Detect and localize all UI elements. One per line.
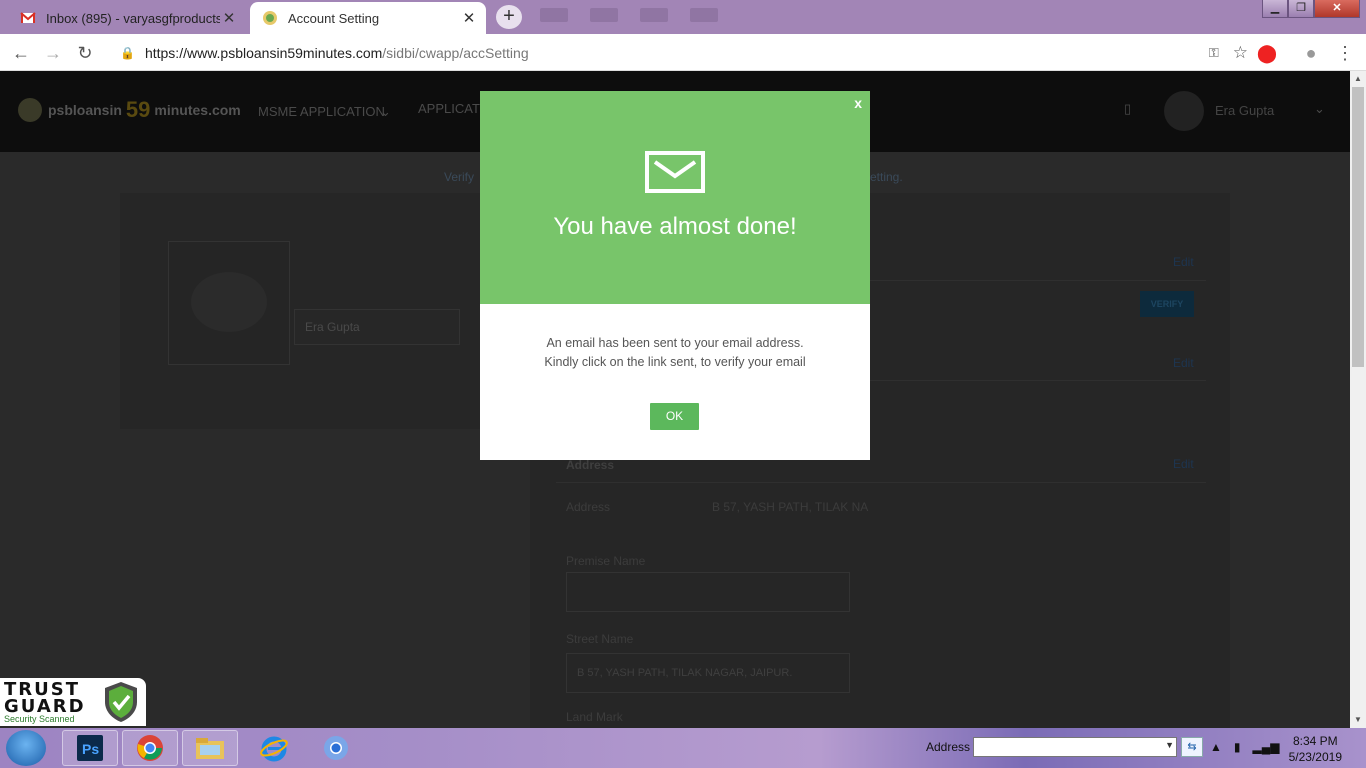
menu-dots-icon[interactable]: ⋮: [1334, 42, 1356, 64]
taskbar-go-button[interactable]: ⇆: [1181, 737, 1203, 757]
street-name-field[interactable]: B 57, YASH PATH, TILAK NAGAR, JAIPUR.: [566, 653, 850, 693]
forward-arrow-icon[interactable]: →: [42, 42, 64, 64]
address-section-title: Address: [566, 458, 615, 472]
file-explorer-taskbar-icon[interactable]: [182, 730, 238, 766]
edit-address-link[interactable]: Edit: [1173, 457, 1194, 471]
maximize-button[interactable]: ❐: [1288, 0, 1314, 18]
tab-close-icon[interactable]: ✕: [220, 9, 238, 27]
url-host: https://www.psbloansin59minutes.com: [144, 44, 383, 61]
profile-avatar-icon[interactable]: ●: [1300, 42, 1322, 64]
profile-photo[interactable]: [168, 241, 290, 365]
bookmark-star-icon[interactable]: ☆: [1233, 43, 1248, 63]
modal-message-line: An email has been sent to your email add…: [546, 336, 804, 350]
signal-icon[interactable]: ▂▄▆: [1253, 740, 1280, 754]
chrome-canary-taskbar-icon[interactable]: [308, 730, 364, 766]
landmark-label: Land Mark: [566, 710, 623, 724]
faint-background-toolbar: [540, 8, 718, 24]
taskbar-address-label: Address: [926, 740, 971, 754]
premise-label: Premise Name: [566, 554, 646, 568]
avatar[interactable]: [1164, 91, 1204, 131]
back-arrow-icon[interactable]: ←: [10, 42, 32, 64]
avatar-placeholder: [191, 272, 267, 332]
browser-tabstrip: Inbox (895) - varyasgfproducts@ ✕ Accoun…: [0, 0, 1366, 34]
nav-msme-application[interactable]: MSME APPLICATION: [258, 104, 385, 119]
gmail-icon: [20, 10, 36, 26]
envelope-icon: [645, 151, 705, 193]
window-controls: ▁ ❐ ✕: [1262, 0, 1360, 18]
trust-guard-logo-text: TRUST GUARD: [4, 681, 86, 717]
clock-date: 5/23/2019: [1288, 750, 1342, 764]
profile-name-field: Era Gupta: [294, 309, 460, 345]
tab-close-icon[interactable]: ✕: [460, 9, 478, 27]
internet-explorer-taskbar-icon[interactable]: [246, 730, 302, 766]
shield-check-icon: [105, 682, 137, 722]
address-label: Address: [566, 500, 611, 514]
modal-close-button[interactable]: x: [854, 95, 862, 111]
chevron-down-icon[interactable]: ▼: [1165, 740, 1174, 750]
chevron-down-icon[interactable]: ⌄: [1314, 101, 1325, 117]
network-icon[interactable]: ▮: [1234, 740, 1241, 754]
tab-account-setting[interactable]: Account Setting ✕: [250, 2, 486, 34]
site-favicon-icon: [262, 10, 278, 26]
verify-banner-left: Verify: [444, 170, 475, 184]
windows-taskbar: Ps Address ▼ ⇆ ▲ ▮ ▂▄▆ 8:34 PM 5/23/2019: [0, 728, 1366, 768]
trust-guard-line2: GUARD: [4, 696, 86, 717]
page-scrollbar[interactable]: ▲ ▼: [1350, 71, 1366, 728]
key-icon[interactable]: ⚿: [1209, 45, 1219, 61]
tab-title: Account Setting: [288, 10, 380, 26]
tab-inbox[interactable]: Inbox (895) - varyasgfproducts@ ✕: [8, 2, 246, 34]
svg-text:Ps: Ps: [82, 741, 99, 757]
chrome-taskbar-icon[interactable]: [122, 730, 178, 766]
scroll-up-icon[interactable]: ▲: [1350, 71, 1366, 87]
logo-suffix: minutes.com: [154, 102, 241, 118]
system-tray: ▲ ▮ ▂▄▆: [1210, 740, 1279, 754]
logo-number: 59: [125, 97, 151, 122]
minimize-button[interactable]: ▁: [1262, 0, 1288, 18]
chevron-down-icon: ⌄: [380, 104, 391, 119]
user-name[interactable]: Era Gupta: [1215, 103, 1274, 118]
site-logo[interactable]: psbloansin 59 minutes.com: [18, 97, 241, 123]
reload-icon[interactable]: ↻: [74, 42, 96, 64]
taskbar-address-input[interactable]: ▼: [973, 737, 1177, 757]
modal-message: An email has been sent to your email add…: [480, 334, 870, 372]
tray-expand-icon[interactable]: ▲: [1210, 740, 1222, 754]
window-close-button[interactable]: ✕: [1314, 0, 1360, 18]
new-tab-button[interactable]: +: [496, 5, 522, 29]
edit-mobile-link[interactable]: Edit: [1173, 356, 1194, 370]
trust-guard-badge[interactable]: TRUST GUARD Security Scanned: [0, 678, 146, 726]
logo-badge-icon: [18, 98, 42, 122]
premise-name-field[interactable]: [566, 572, 850, 612]
logo-prefix: psbloansin: [48, 102, 122, 118]
edit-email-link[interactable]: Edit: [1173, 255, 1194, 269]
windows-start-button[interactable]: [6, 730, 46, 766]
ok-button[interactable]: OK: [650, 403, 699, 430]
lock-icon: 🔒: [120, 45, 135, 60]
photoshop-taskbar-icon[interactable]: Ps: [62, 730, 118, 766]
notification-icon[interactable]: ▯: [1124, 101, 1131, 117]
scroll-down-icon[interactable]: ▼: [1350, 712, 1366, 728]
email-verification-modal: x You have almost done! An email has bee…: [480, 91, 870, 460]
url-path: /sidbi/cwapp/accSetting: [382, 44, 529, 61]
taskbar-clock[interactable]: 8:34 PM 5/23/2019: [1289, 733, 1342, 765]
trust-guard-subtitle: Security Scanned: [4, 714, 75, 724]
street-label: Street Name: [566, 632, 634, 646]
browser-toolbar: ← → ↻ 🔒 https://www.psbloansin59minutes.…: [0, 34, 1366, 71]
clock-time: 8:34 PM: [1292, 734, 1338, 748]
address-value: B 57, YASH PATH, TILAK NA: [712, 500, 869, 514]
scroll-thumb[interactable]: [1352, 87, 1364, 367]
verify-button[interactable]: VERIFY: [1140, 291, 1194, 317]
verify-banner-right[interactable]: etting.: [870, 170, 903, 184]
address-bar[interactable]: 🔒 https://www.psbloansin59minutes.com/si…: [108, 38, 1248, 67]
modal-message-line: Kindly click on the link sent, to verify…: [544, 355, 806, 369]
tab-title: Inbox (895) - varyasgfproducts@: [46, 10, 220, 26]
modal-header: x You have almost done!: [480, 91, 870, 304]
modal-title: You have almost done!: [553, 213, 797, 240]
nav-applications[interactable]: APPLICAT: [418, 101, 480, 116]
opera-extension-icon[interactable]: ⬤: [1256, 42, 1278, 64]
